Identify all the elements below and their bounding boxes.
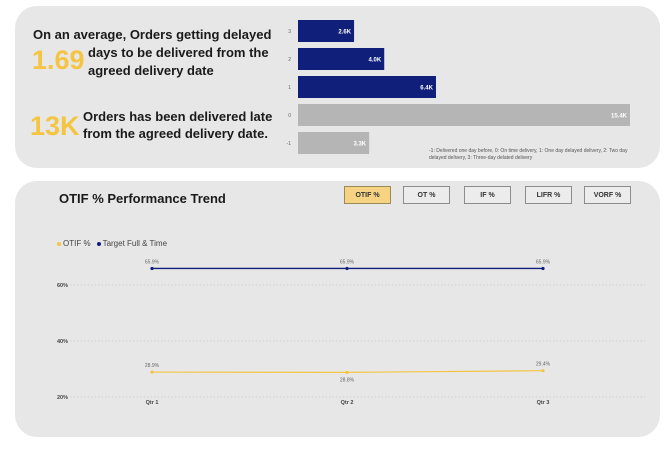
series-point [150, 370, 154, 374]
otif-line-chart: 60% 40% 20% 28.9% 28.8% 29.4% 65.9% 65.9% 65.9% Q… [57, 259, 645, 406]
y-tick-label: 40% [57, 339, 68, 345]
bar-data-label: 15.4K [611, 114, 628, 120]
bar-category-label: -1 [287, 141, 292, 147]
series-point [541, 266, 545, 271]
bar-category-label: 2 [288, 57, 291, 63]
tab-ot[interactable]: OT % [403, 186, 450, 204]
series-point [150, 266, 154, 271]
y-tick-label: 20% [57, 395, 68, 401]
x-tick-label: Qtr 2 [341, 400, 354, 406]
tab-lifr[interactable]: LIFR % [525, 186, 572, 204]
bar-data-label: 2.6K [338, 30, 351, 36]
delay-legend-note: -1: Delivered one day before, 0: On time… [429, 148, 628, 161]
point-data-label: 28.8% [340, 377, 355, 383]
delay-bar [298, 76, 436, 98]
point-data-label: 65.9% [145, 259, 160, 265]
bar-data-label: 6.4K [420, 86, 433, 92]
bar-data-label: 4.0K [369, 58, 382, 64]
bar-category-label: 3 [288, 29, 291, 35]
bar-category-label: 0 [288, 113, 291, 119]
y-tick-label: 60% [57, 283, 68, 289]
trend-title: OTIF % Performance Trend [59, 191, 226, 206]
delay-bar [298, 104, 630, 126]
point-data-label: 29.4% [536, 362, 551, 368]
tab-if[interactable]: IF % [464, 186, 511, 204]
x-tick-label: Qtr 3 [537, 400, 550, 406]
point-data-label: 28.9% [145, 363, 160, 369]
tab-otif[interactable]: OTIF % [344, 186, 391, 204]
x-tick-label: Qtr 1 [146, 400, 159, 406]
tab-vorf[interactable]: VORF % [584, 186, 631, 204]
bar-category-label: 1 [288, 85, 291, 91]
point-data-label: 65.9% [536, 259, 551, 265]
bar-data-label: 3.3K [353, 142, 366, 148]
point-data-label: 65.9% [340, 259, 355, 265]
series-point [345, 266, 349, 271]
series-point [541, 369, 545, 373]
delay-distribution-bar-chart: 3 2.6K 2 4.0K 1 6.4K 0 15.4K -1 3.3K [287, 20, 630, 154]
series-point [345, 370, 349, 374]
